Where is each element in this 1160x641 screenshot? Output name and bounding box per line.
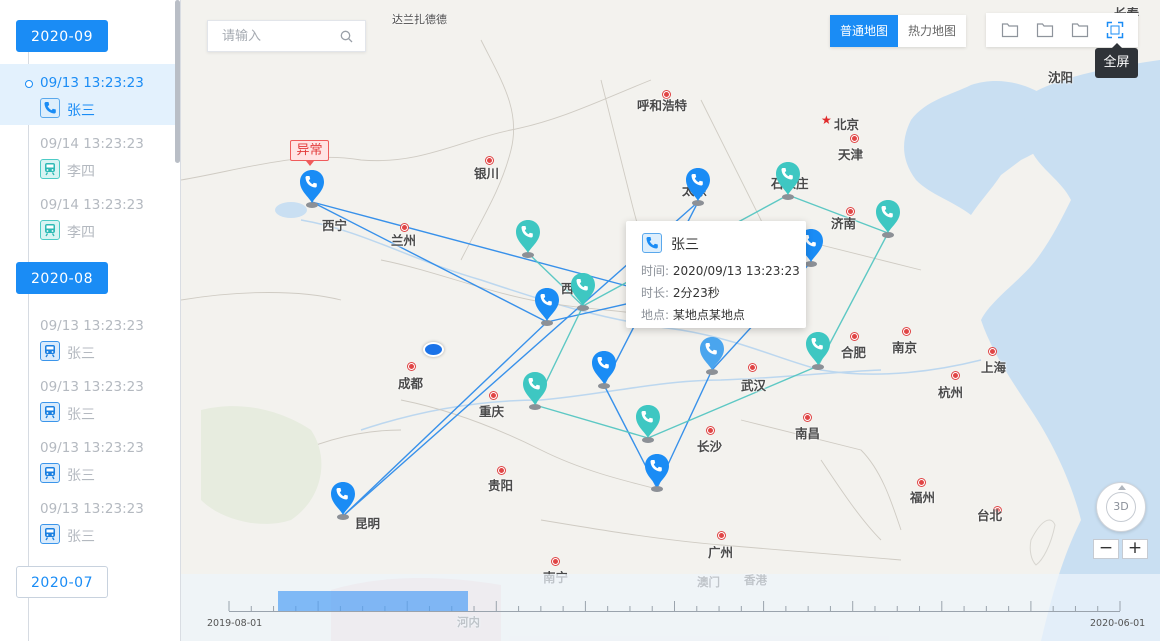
popup-time-key: 时间:: [641, 264, 670, 278]
popup-place-value: 某地点某地点: [672, 308, 745, 322]
phone-marker-icon: [776, 162, 800, 200]
slider-start-label: 2019-08-01: [207, 618, 263, 629]
popup-duration-key: 时长:: [641, 286, 670, 300]
record-name: 张三: [67, 346, 95, 362]
record-item[interactable]: 09/13 13:23:23 张三: [0, 429, 175, 490]
train-icon: [40, 402, 60, 422]
phone-marker-icon: [516, 220, 540, 258]
record-name: 张三: [67, 407, 95, 423]
phone-marker-icon: [636, 405, 660, 443]
zoom-in-button[interactable]: +: [1122, 539, 1148, 559]
month-button-2020-07[interactable]: 2020-07: [16, 566, 108, 598]
record-time: 09/13 13:23:23: [40, 501, 144, 517]
record-name: 张三: [67, 529, 95, 545]
tab-normal-map[interactable]: 普通地图: [830, 15, 899, 47]
train-icon: [40, 159, 60, 179]
record-time: 09/13 13:23:23: [40, 379, 144, 395]
popup-place-row: 地点: 某地点某地点: [641, 306, 745, 323]
layer-folder-icon[interactable]: [1069, 19, 1091, 41]
train-icon: [40, 463, 60, 483]
record-name: 李四: [67, 225, 95, 241]
search-icon[interactable]: [340, 30, 353, 43]
record-item[interactable]: 09/14 13:23:23 李四: [0, 125, 175, 186]
record-time: 09/13 13:23:23: [40, 318, 144, 334]
train-icon: [40, 524, 60, 544]
search-box: [207, 20, 366, 52]
fullscreen-tooltip: 全屏: [1095, 43, 1138, 78]
record-time: 09/13 13:23:23: [40, 75, 144, 91]
phone-marker-icon: [331, 482, 355, 520]
timeline-dot: [25, 80, 33, 88]
tab-heat-map[interactable]: 热力地图: [898, 15, 967, 47]
phone-marker-icon: [806, 332, 830, 370]
popup-duration-row: 时长: 2分23秒: [641, 284, 720, 301]
record-item[interactable]: 09/13 13:23:23 张三: [0, 64, 175, 125]
month-button-2020-09[interactable]: 2020-09: [16, 20, 108, 52]
compass-3d-label: 3D: [1106, 492, 1136, 522]
phone-marker-icon: [686, 168, 710, 206]
record-name: 张三: [67, 103, 95, 119]
zoom-out-button[interactable]: −: [1093, 539, 1119, 559]
map-toolbar: [986, 13, 1138, 47]
popup-time-value: 2020/09/13 13:23:23: [672, 264, 800, 278]
slider-selection[interactable]: [278, 591, 468, 611]
phone-marker-icon: [571, 273, 595, 311]
phone-marker-icon: [700, 337, 724, 375]
popup-time-row: 时间: 2020/09/13 13:23:23: [641, 262, 800, 279]
record-time: 09/13 13:23:23: [40, 440, 144, 456]
phone-marker-icon: [876, 200, 900, 238]
search-input[interactable]: [208, 21, 328, 51]
record-name: 张三: [67, 468, 95, 484]
layer-folder-icon[interactable]: [1034, 19, 1056, 41]
phone-marker-icon: [300, 170, 324, 208]
record-time: 09/14 13:23:23: [40, 136, 144, 152]
record-time: 09/14 13:23:23: [40, 197, 144, 213]
layer-folder-icon[interactable]: [999, 19, 1021, 41]
month-button-2020-08[interactable]: 2020-08: [16, 262, 108, 294]
popup-duration-value: 2分23秒: [672, 286, 720, 300]
phone-marker-icon: [535, 288, 559, 326]
timeline-sidebar: 2020-09 09/13 13:23:23 张三 09/14 13:23:23…: [0, 0, 181, 641]
popup-place-key: 地点:: [641, 308, 670, 322]
record-name: 李四: [67, 164, 95, 180]
train-icon: [40, 341, 60, 361]
abnormal-label[interactable]: 异常: [290, 140, 329, 166]
time-range-slider: 2019-08-01 2020-06-01: [181, 574, 1160, 641]
sidebar-scrollbar[interactable]: [175, 0, 180, 163]
phone-marker-icon: [645, 454, 669, 492]
phone-icon: [40, 98, 60, 118]
info-popup: 张三 时间: 2020/09/13 13:23:23 时长: 2分23秒 地点:…: [626, 221, 806, 328]
phone-icon: [642, 233, 662, 253]
slider-end-label: 2020-06-01: [1090, 618, 1146, 629]
map-canvas[interactable]: 达兰扎德德 长春 沈阳 呼和浩特 ★ 北京 天津 银川 太原 石家庄 西宁 兰州…: [181, 0, 1160, 641]
compass-3d-button[interactable]: 3D: [1096, 482, 1146, 532]
current-location-dot[interactable]: [423, 342, 444, 357]
north-arrow-icon: [1118, 485, 1126, 490]
phone-marker-icon: [523, 372, 547, 410]
train-icon: [40, 220, 60, 240]
record-item[interactable]: 09/14 13:23:23 李四: [0, 186, 175, 247]
record-item[interactable]: 09/13 13:23:23 张三: [0, 307, 175, 368]
fullscreen-icon[interactable]: [1104, 19, 1126, 41]
map-type-switch: 普通地图 热力地图: [830, 15, 967, 47]
record-item[interactable]: 09/13 13:23:23 张三: [0, 368, 175, 429]
popup-name: 张三: [671, 237, 699, 253]
record-item[interactable]: 09/13 13:23:23 张三: [0, 490, 175, 551]
phone-marker-icon: [592, 351, 616, 389]
